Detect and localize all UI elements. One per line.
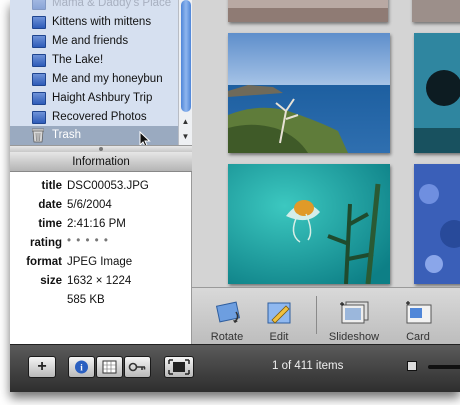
pane-splitter[interactable]	[10, 145, 192, 152]
edit-label: Edit	[269, 331, 289, 343]
card-icon	[406, 301, 432, 324]
item-count-status: 1 of 411 items	[272, 360, 344, 372]
source-list: Mama & Daddy's Place Kittens with mitten…	[10, 0, 192, 145]
album-item[interactable]: Mama & Daddy's Place	[10, 0, 178, 13]
slideshow-button[interactable]: Slideshow	[326, 292, 382, 344]
sidebar-item-trash[interactable]: Trash	[10, 126, 178, 145]
iphoto-window: Mama & Daddy's Place Kittens with mitten…	[10, 0, 460, 392]
photo-thumbnail[interactable]	[414, 164, 460, 284]
photo-image	[228, 33, 390, 153]
info-rating-dots[interactable]: • • • • •	[67, 235, 109, 247]
keyword-button[interactable]	[124, 356, 151, 378]
full-screen-button[interactable]	[164, 356, 194, 378]
info-label-time: time	[38, 218, 62, 230]
scroll-down-arrow-icon[interactable]: ▼	[179, 130, 192, 144]
photo-image	[228, 164, 390, 284]
key-icon	[128, 362, 146, 372]
information-panel: title DSC00053.JPG date 5/6/2004 time 2:…	[10, 172, 192, 344]
album-label: Me and my honeybun	[52, 73, 163, 85]
info-value-date[interactable]: 5/6/2004	[67, 199, 112, 211]
information-header[interactable]: Information	[10, 152, 192, 172]
info-value-title[interactable]: DSC00053.JPG	[67, 180, 149, 192]
album-icon	[32, 73, 46, 86]
card-button[interactable]: Card	[398, 292, 438, 344]
trash-icon	[32, 128, 44, 143]
card-label: Card	[406, 331, 430, 343]
album-label: Mama & Daddy's Place	[52, 0, 172, 9]
photo-thumbnail[interactable]	[228, 33, 390, 153]
photo-image	[414, 33, 460, 153]
album-icon	[32, 92, 46, 105]
photo-thumbnail[interactable]	[414, 33, 460, 153]
album-item[interactable]: Kittens with mittens	[10, 13, 178, 32]
toolbar-divider	[316, 296, 317, 334]
album-icon	[32, 54, 46, 67]
info-value-dimensions: 1632 × 1224	[67, 275, 132, 287]
photo-image	[414, 164, 460, 284]
slideshow-icon	[340, 301, 369, 324]
full-screen-icon	[168, 359, 190, 375]
photo-image	[228, 0, 388, 22]
album-item[interactable]: Recovered Photos	[10, 108, 178, 127]
album-label: Kittens with mittens	[52, 16, 152, 28]
slideshow-label: Slideshow	[328, 331, 380, 343]
scroll-up-arrow-icon[interactable]: ▲	[179, 115, 192, 129]
photo-thumbnail[interactable]	[228, 0, 388, 22]
album-item[interactable]: Me and my honeybun	[10, 70, 178, 89]
edit-pencil-icon	[267, 302, 291, 324]
thumbnail-size-slider[interactable]	[428, 365, 460, 369]
rotate-button[interactable]: Rotate	[206, 292, 248, 344]
trash-label: Trash	[52, 129, 81, 141]
album-item[interactable]: The Lake!	[10, 51, 178, 70]
calendar-button[interactable]	[96, 356, 123, 378]
album-item[interactable]: Me and friends	[10, 32, 178, 51]
rotate-label: Rotate	[210, 331, 244, 343]
album-icon	[32, 0, 46, 10]
info-label-format: format	[26, 256, 62, 268]
album-icon	[32, 16, 46, 29]
rotate-icon	[215, 301, 241, 323]
info-value-format: JPEG Image	[67, 256, 133, 268]
info-label-date: date	[38, 199, 62, 211]
calendar-icon	[102, 360, 117, 374]
album-item[interactable]: Haight Ashbury Trip	[10, 89, 178, 108]
edit-toolbar: Rotate Edit Slideshow Card	[192, 287, 460, 344]
add-album-button[interactable]: +	[28, 356, 56, 378]
album-icon	[32, 111, 46, 124]
info-value-filesize: 585 KB	[67, 294, 105, 306]
info-icon: i	[75, 360, 88, 374]
album-label: The Lake!	[52, 54, 104, 66]
photo-thumbnail[interactable]	[228, 164, 390, 284]
info-button[interactable]: i	[68, 356, 95, 378]
small-thumbnail-icon	[407, 361, 417, 371]
album-label: Me and friends	[52, 35, 129, 47]
bottom-bar: + i 1 of 411 items	[10, 344, 460, 392]
source-list-scrollbar[interactable]: ▲ ▼	[178, 0, 192, 145]
album-label: Haight Ashbury Trip	[52, 92, 153, 104]
info-label-title: title	[41, 180, 62, 192]
photo-grid[interactable]	[192, 0, 460, 287]
photo-image	[412, 0, 460, 22]
edit-button[interactable]: Edit	[262, 292, 296, 344]
scroll-thumb[interactable]	[181, 0, 191, 112]
album-icon	[32, 35, 46, 48]
photo-thumbnail[interactable]	[412, 0, 460, 22]
album-label: Recovered Photos	[52, 111, 147, 123]
info-label-rating: rating	[30, 237, 62, 249]
info-value-time[interactable]: 2:41:16 PM	[67, 218, 126, 230]
info-label-size: size	[40, 275, 62, 287]
splitter-handle-icon[interactable]	[99, 147, 103, 151]
